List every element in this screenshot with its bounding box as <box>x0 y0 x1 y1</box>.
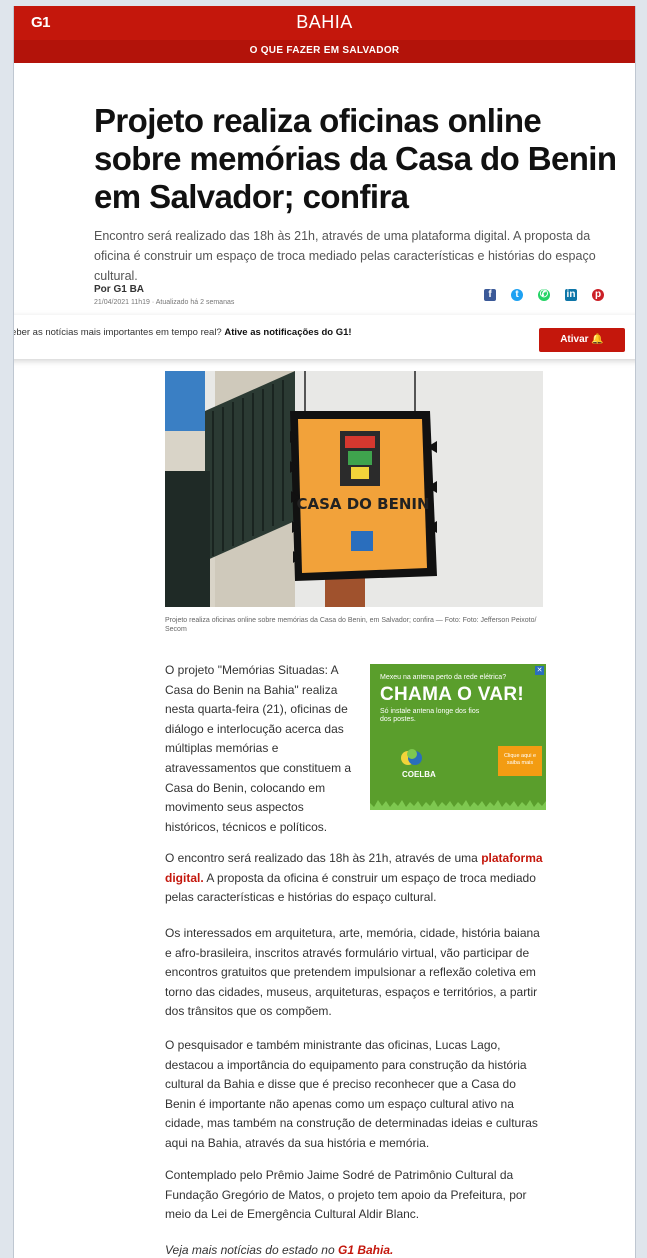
paragraph-2: O encontro será realizado das 18h às 21h… <box>165 851 543 905</box>
ad-kicker: Mexeu na antena perto da rede elétrica? <box>380 674 507 681</box>
article-title: Projeto realiza oficinas online sobre me… <box>94 102 617 215</box>
activate-notifications-button[interactable]: Ativar 🔔 <box>539 328 625 352</box>
site-header: G1 BAHIA O QUE FAZER EM SALVADOR <box>14 6 635 63</box>
share-bar: f t ✆ in p <box>484 289 604 301</box>
g1-bahia-link[interactable]: G1 Bahia. <box>338 1243 393 1257</box>
article-photo[interactable]: CASA DO BENIN <box>165 371 543 607</box>
paragraph-1: O projeto "Memórias Situadas: A Casa do … <box>165 663 352 834</box>
region-title[interactable]: BAHIA <box>14 12 635 33</box>
paragraph-4: O pesquisador e também ministrante das o… <box>165 1038 538 1150</box>
ad-grass <box>370 800 546 810</box>
ad-subtext: Só instale antena longe dos fios dos pos… <box>380 708 480 723</box>
facebook-icon[interactable]: f <box>484 289 496 301</box>
whatsapp-icon[interactable]: ✆ <box>538 289 550 301</box>
byline: Por G1 BA <box>94 284 145 295</box>
paragraph-3: Os interessados em arquitetura, arte, me… <box>165 926 540 1019</box>
coelba-logo-icon <box>401 749 422 765</box>
photo-caption: Projeto realiza oficinas online sobre me… <box>165 617 537 633</box>
close-icon[interactable]: ✕ <box>535 666 544 675</box>
ad-headline: CHAMA O VAR! <box>380 684 524 705</box>
sign-text: CASA DO BENIN <box>296 495 429 513</box>
article-lede: Encontro será realizado das 18h às 21h, … <box>94 229 596 283</box>
notification-text: eceber as notícias mais importantes em t… <box>13 327 352 338</box>
section-title[interactable]: O QUE FAZER EM SALVADOR <box>14 40 635 63</box>
dateline: 21/04/2021 11h19 · Atualizado há 2 seman… <box>94 299 235 306</box>
paragraph-6: Veja mais notícias do estado no G1 Bahia… <box>165 1243 394 1257</box>
ad-cta-button[interactable]: Clique aqui e saiba mais <box>498 746 542 776</box>
pinterest-icon[interactable]: p <box>592 289 604 301</box>
paragraph-5: Contemplado pelo Prêmio Jaime Sodré de P… <box>165 1168 527 1222</box>
linkedin-icon[interactable]: in <box>565 289 577 301</box>
page-frame: G1 BAHIA O QUE FAZER EM SALVADOR Projeto… <box>13 6 636 1258</box>
notification-banner: eceber as notícias mais importantes em t… <box>13 315 635 359</box>
ad-brand: COELBA <box>402 770 436 779</box>
advertisement[interactable]: ✕ Mexeu na antena perto da rede elétrica… <box>370 664 546 810</box>
twitter-icon[interactable]: t <box>511 289 523 301</box>
